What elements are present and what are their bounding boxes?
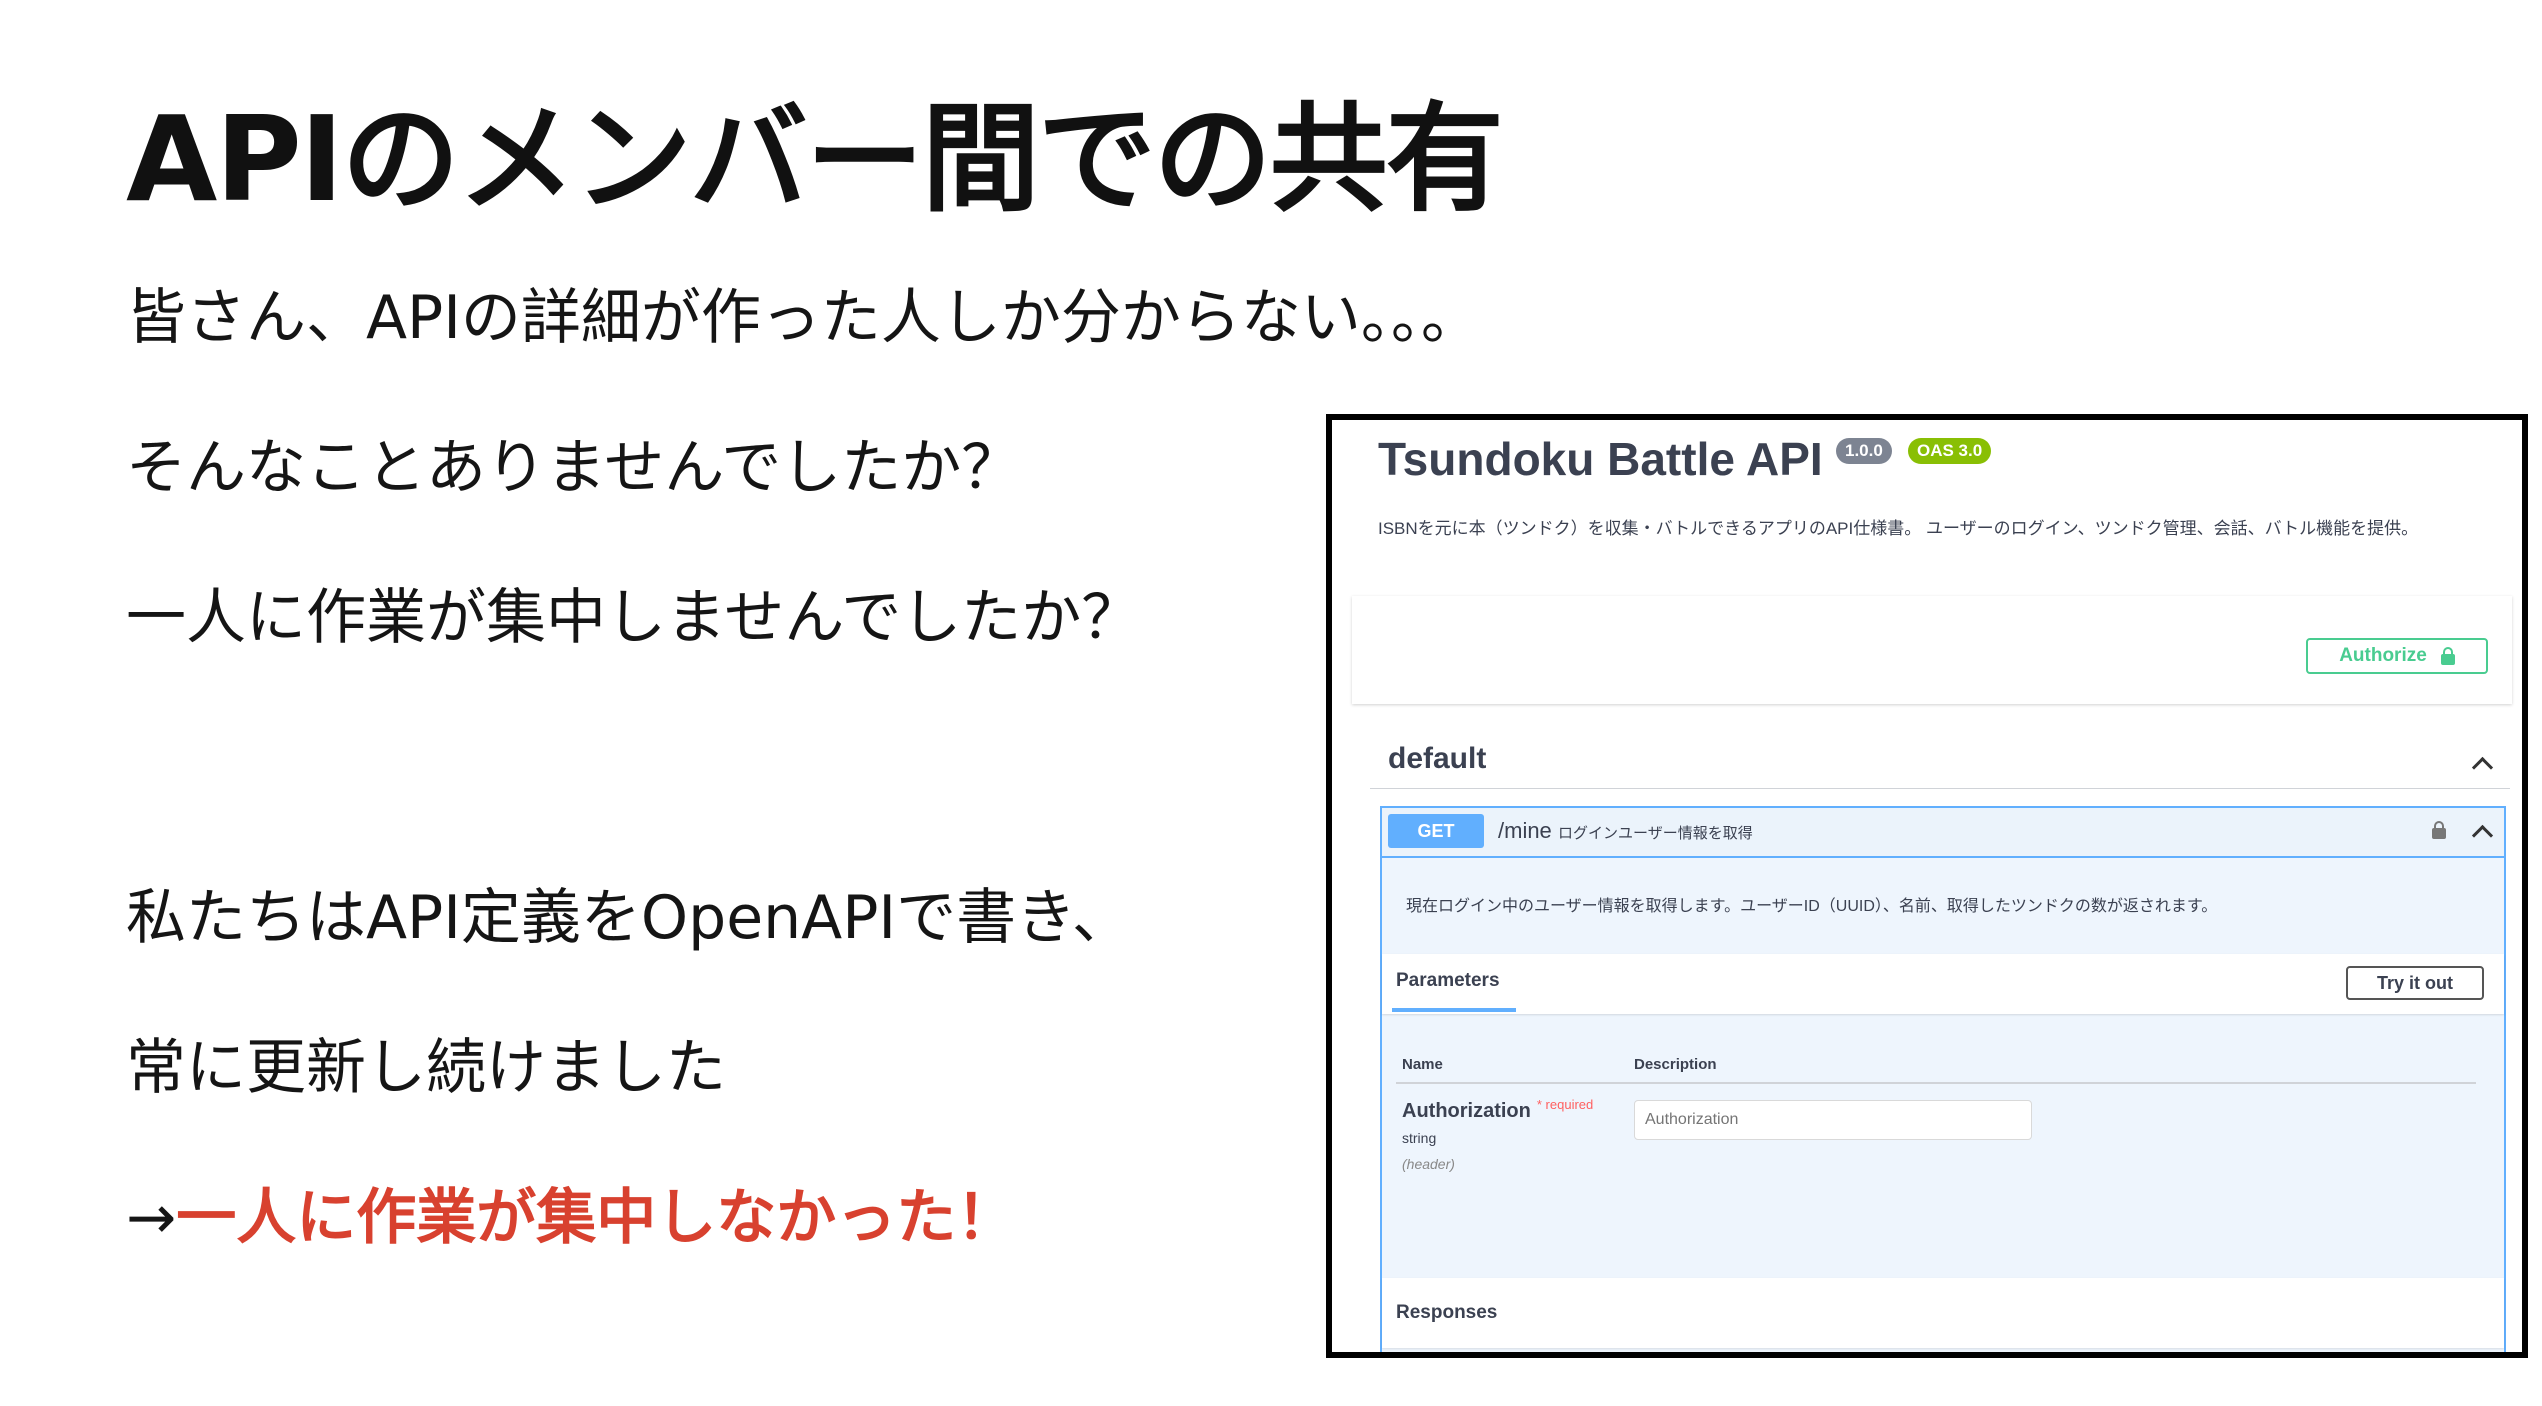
api-title: Tsundoku Battle API bbox=[1378, 433, 1823, 485]
lock-icon bbox=[2440, 647, 2455, 665]
parameter-location: (header) bbox=[1402, 1156, 1455, 1172]
slide-title: APIのメンバー間での共有 bbox=[126, 90, 1504, 228]
required-label: * required bbox=[1536, 1097, 1594, 1112]
conclusion-line: →一人に作業が集中しなかった！ bbox=[126, 1182, 1016, 1254]
parameter-name-text: Authorization bbox=[1402, 1100, 1531, 1122]
body-line-2: そんなことありませんでしたか？ bbox=[126, 433, 1022, 503]
responses-label: Responses bbox=[1396, 1302, 1498, 1323]
operation-summary-text: ログインユーザー情報を取得 bbox=[1558, 825, 1753, 842]
api-description: ISBNを元に本（ツンドク）を収集・バトルできるアプリのAPI仕様書。 ユーザー… bbox=[1378, 519, 2419, 538]
swagger-screenshot: Tsundoku Battle API 1.0.0 OAS 3.0 ISBNを元… bbox=[1326, 414, 2528, 1358]
conclusion-arrow: → bbox=[126, 1183, 177, 1253]
conclusion-highlight: 一人に作業が集中しなかった！ bbox=[176, 1183, 1017, 1253]
try-it-out-button[interactable]: Try it out bbox=[2346, 966, 2484, 1000]
operation-summary[interactable]: GET /mine ログインユーザー情報を取得 bbox=[1382, 808, 2504, 858]
responses-bar: Responses bbox=[1382, 1278, 2504, 1348]
tag-section-header[interactable]: default bbox=[1370, 738, 2510, 789]
column-header-description: Description bbox=[1634, 1056, 1717, 1073]
chevron-up-icon[interactable] bbox=[2471, 756, 2494, 779]
column-divider bbox=[1396, 1082, 2476, 1084]
authorization-input[interactable] bbox=[1634, 1100, 2032, 1140]
chevron-up-icon[interactable] bbox=[2471, 824, 2494, 847]
tag-name: default bbox=[1388, 742, 1487, 775]
operation-path: /mine bbox=[1498, 818, 1552, 843]
body-line-5: 常に更新し続けました bbox=[126, 1033, 726, 1103]
scheme-container: Authorize bbox=[1352, 596, 2512, 704]
column-header-name: Name bbox=[1402, 1056, 1443, 1073]
body-line-1: 皆さん、APIの詳細が作った人しか分からない。。。 bbox=[126, 283, 1481, 353]
operation-description: 現在ログイン中のユーザー情報を取得します。ユーザーID（UUID）、名前、取得し… bbox=[1406, 898, 2218, 915]
operation-block: GET /mine ログインユーザー情報を取得 現在ログイン中のユーザー情報を取… bbox=[1380, 806, 2506, 1352]
oas-badge: OAS 3.0 bbox=[1908, 438, 1992, 464]
parameter-type: string bbox=[1402, 1130, 1437, 1146]
authorize-label: Authorize bbox=[2339, 645, 2427, 666]
parameter-name: Authorization * required bbox=[1402, 1097, 1594, 1123]
tab-parameters[interactable]: Parameters bbox=[1396, 970, 1500, 992]
lock-icon[interactable] bbox=[2432, 821, 2446, 839]
parameters-bar: Parameters Try it out bbox=[1382, 954, 2504, 1014]
version-badge: 1.0.0 bbox=[1836, 438, 1892, 464]
authorize-button[interactable]: Authorize bbox=[2306, 638, 2488, 674]
method-badge: GET bbox=[1388, 814, 1484, 848]
tab-underline bbox=[1392, 1008, 1516, 1012]
body-line-3: 一人に作業が集中しませんでしたか？ bbox=[126, 583, 1142, 653]
body-line-4: 私たちはAPI定義をOpenAPIで書き、 bbox=[126, 883, 1132, 953]
